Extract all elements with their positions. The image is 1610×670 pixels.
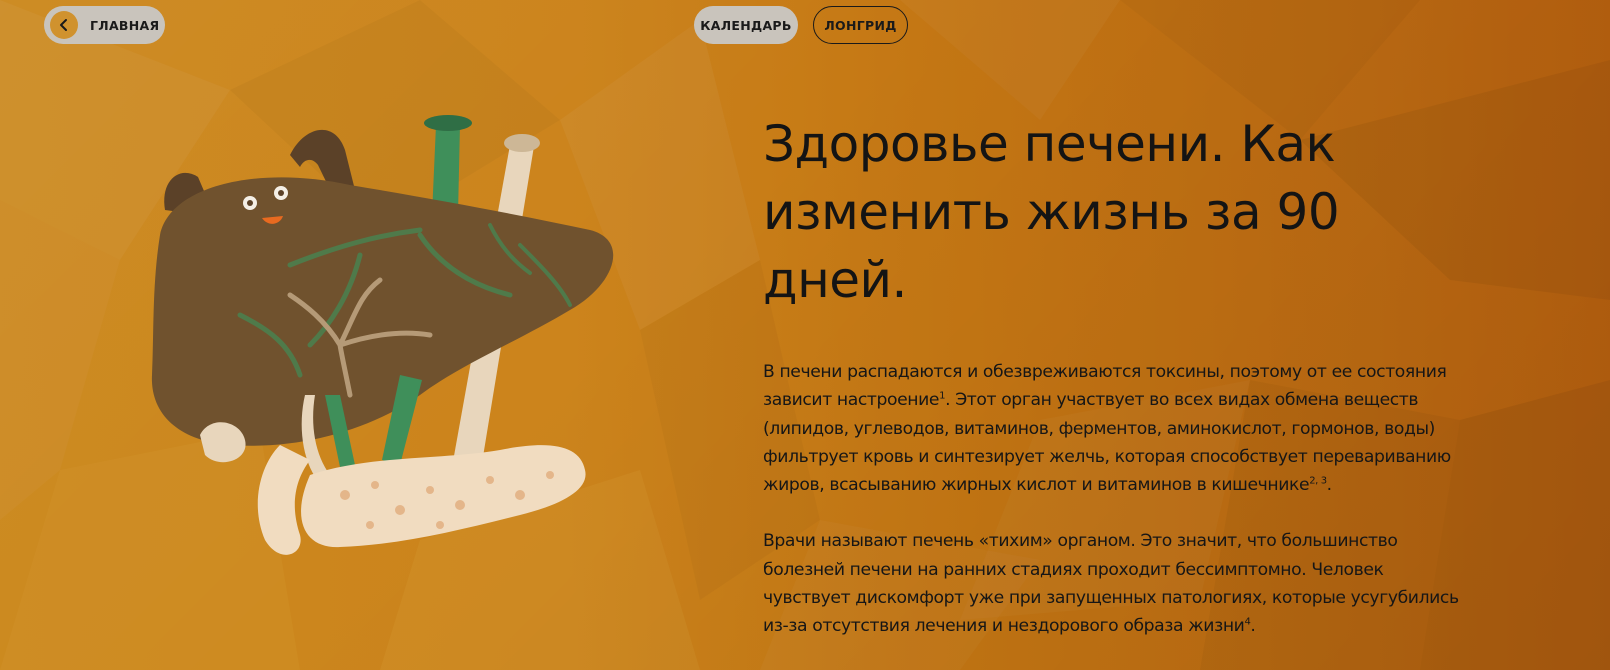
article-intro: Здоровье печени. Как изменить жизнь за 9… [763,110,1463,669]
paragraph-text: . [1250,616,1256,637]
longread-button[interactable]: ЛОНГРИД [813,6,908,44]
liver-character-illustration [151,115,614,555]
calendar-button-label: КАЛЕНДАРЬ [700,17,792,33]
calendar-button[interactable]: КАЛЕНДАРЬ [694,6,798,44]
paragraph-text: . [1326,475,1332,496]
footnote-ref[interactable]: 2, 3 [1309,475,1327,486]
intro-paragraph-1: В печени распадаются и обезвреживаются т… [763,358,1463,499]
chevron-left-icon [50,11,78,39]
home-button[interactable]: ГЛАВНАЯ [44,6,165,44]
longread-button-label: ЛОНГРИД [824,17,897,33]
page-title: Здоровье печени. Как изменить жизнь за 9… [763,115,1340,309]
paragraph-text: Врачи называют печень «тихим» органом. Э… [763,531,1459,637]
home-button-label: ГЛАВНАЯ [90,17,160,33]
intro-paragraph-2: Врачи называют печень «тихим» органом. Э… [763,527,1463,640]
top-navigation: ГЛАВНАЯ КАЛЕНДАРЬ ЛОНГРИД [0,6,1610,44]
